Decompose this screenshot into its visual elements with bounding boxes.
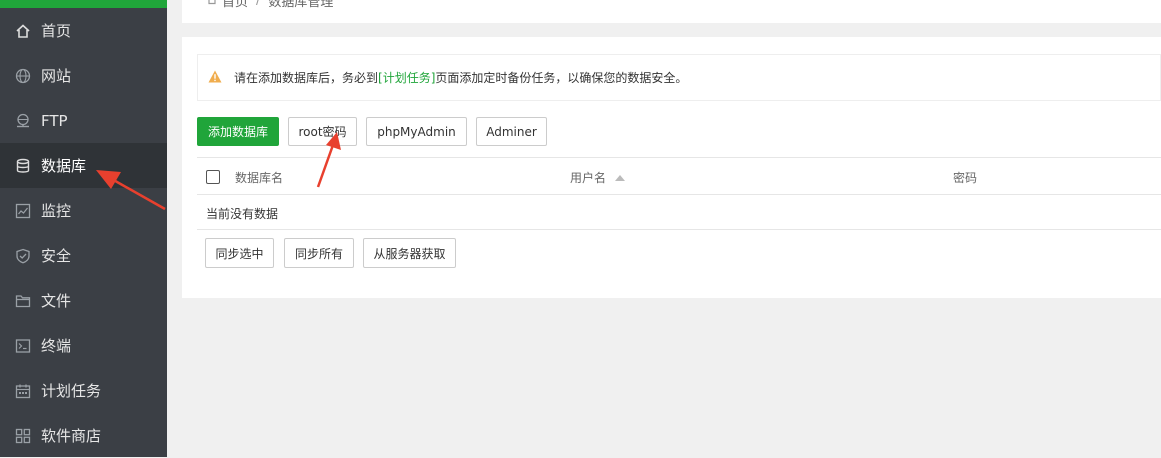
root-password-button[interactable]: root密码 [288,117,357,146]
backup-warning-alert: 请在添加数据库后，务必到[计划任务]页面添加定时备份任务，以确保您的数据安全。 [197,54,1161,101]
sort-ascending-icon[interactable] [615,174,626,181]
breadcrumb-home[interactable]: 首页 [222,0,248,10]
ftp-icon [14,112,31,129]
sidebar-item-label: 计划任务 [41,382,102,400]
select-all-checkbox[interactable] [206,170,220,184]
shield-icon [14,247,31,264]
sidebar-item-website[interactable]: 网站 [0,53,167,98]
add-database-button[interactable]: 添加数据库 [197,117,279,146]
sidebar-item-home[interactable]: 首页 [0,8,167,53]
sidebar-item-label: 文件 [41,292,72,310]
table-header: 数据库名 用户名 密码 [197,157,1161,195]
sidebar-item-appstore[interactable]: 软件商店 [0,413,167,458]
sidebar-item-monitor[interactable]: 监控 [0,188,167,233]
fetch-from-server-button[interactable]: 从服务器获取 [363,238,456,268]
sidebar: 首页 网站 FTP 数据库 监控 安全 文件 终端 计划任务 软件商店 [0,0,167,457]
sidebar-item-database[interactable]: 数据库 [0,143,167,188]
sidebar-item-label: FTP [41,111,68,130]
breadcrumb-separator: / [256,0,261,8]
folder-icon [14,292,31,309]
globe-icon [14,67,31,84]
breadcrumb: 首页 / 数据库管理 [206,0,333,10]
sidebar-item-files[interactable]: 文件 [0,278,167,323]
breadcrumb-current: 数据库管理 [268,0,334,10]
sidebar-item-ftp[interactable]: FTP [0,98,167,143]
sidebar-item-label: 软件商店 [41,427,102,445]
column-password: 密码 [953,171,978,185]
table-empty-row: 当前没有数据 [197,195,1161,230]
alert-text-before: 请在添加数据库后，务必到 [234,71,379,85]
column-username-label: 用户名 [570,171,607,185]
sidebar-item-label: 数据库 [41,157,87,175]
calendar-icon [14,382,31,399]
sync-selected-button[interactable]: 同步选中 [205,238,274,268]
home-icon [14,22,31,39]
sidebar-accent-bar [0,0,167,8]
terminal-icon [14,337,31,354]
sidebar-item-cron[interactable]: 计划任务 [0,368,167,413]
warning-icon [208,70,222,87]
sidebar-item-security[interactable]: 安全 [0,233,167,278]
cron-task-link[interactable]: [计划任务] [378,71,435,85]
column-username[interactable]: 用户名 [570,169,626,186]
adminer-button[interactable]: Adminer [476,117,547,146]
alert-text-after: 页面添加定时备份任务，以确保您的数据安全。 [435,71,688,85]
sidebar-item-terminal[interactable]: 终端 [0,323,167,368]
sync-all-button[interactable]: 同步所有 [284,238,354,268]
database-icon [14,157,31,174]
column-db-name: 数据库名 [235,171,284,185]
breadcrumb-bar: 首页 / 数据库管理 [182,0,1161,23]
sidebar-item-label: 监控 [41,202,72,220]
monitor-icon [14,202,31,219]
breadcrumb-home-icon[interactable] [206,0,218,9]
sidebar-item-label: 安全 [41,247,72,265]
apps-icon [14,427,31,444]
sidebar-item-label: 终端 [41,337,72,355]
empty-message: 当前没有数据 [206,207,279,221]
sidebar-item-label: 首页 [41,22,72,40]
alert-message: 请在添加数据库后，务必到[计划任务]页面添加定时备份任务，以确保您的数据安全。 [234,69,687,86]
sidebar-item-label: 网站 [41,67,72,85]
phpmyadmin-button[interactable]: phpMyAdmin [366,117,467,146]
